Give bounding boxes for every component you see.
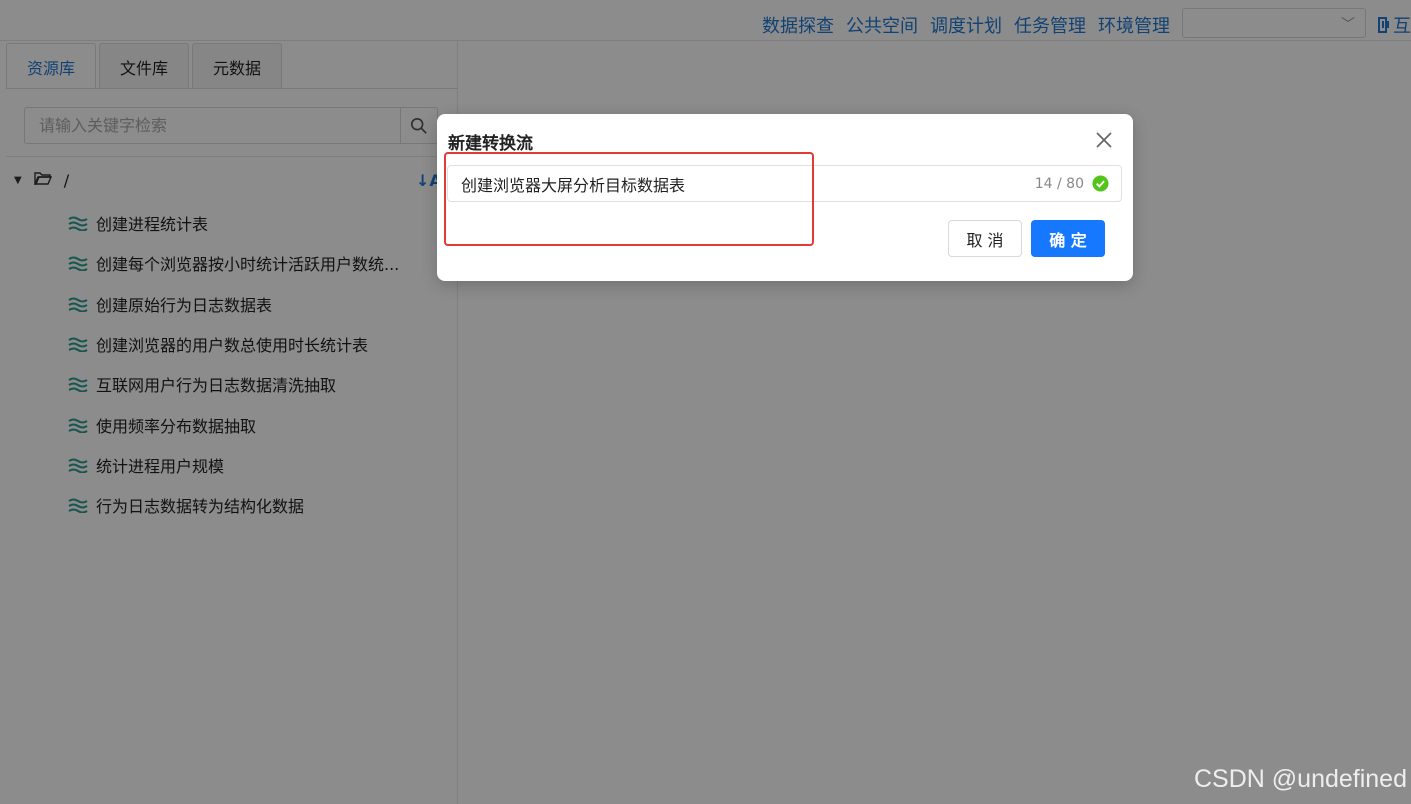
- confirm-button[interactable]: 确 定: [1031, 220, 1105, 257]
- char-count: 14 / 80: [1034, 175, 1084, 192]
- cancel-button[interactable]: 取 消: [948, 220, 1022, 257]
- close-button[interactable]: [1095, 131, 1113, 149]
- close-icon: [1096, 132, 1112, 148]
- annotation-highlight-box: [444, 152, 814, 246]
- dialog-title: 新建转换流: [448, 134, 533, 154]
- check-circle-icon: [1092, 175, 1109, 192]
- watermark: CSDN @undefined: [1194, 765, 1407, 793]
- new-transform-flow-dialog: 新建转换流 14 / 80 取 消 确 定: [437, 114, 1133, 281]
